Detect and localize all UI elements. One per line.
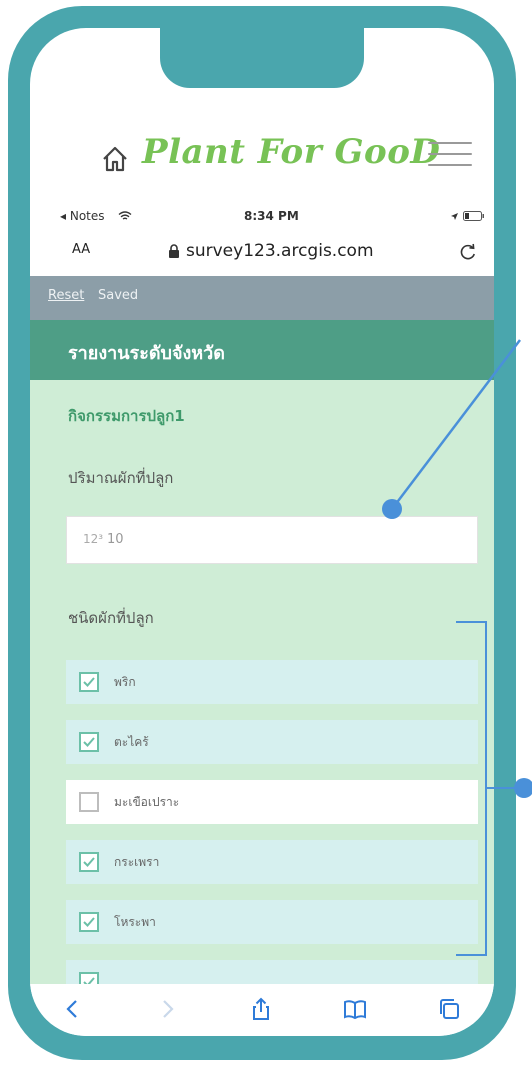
back-arrow-icon[interactable] bbox=[60, 996, 86, 1022]
reload-icon[interactable] bbox=[458, 242, 478, 262]
phone-screen: Plant For GooD ◂ Notes 8:34 PM AA survey… bbox=[30, 28, 494, 1036]
choice-label: มะเขือเปราะ bbox=[114, 795, 180, 809]
number-prefix-icon: 12³ bbox=[83, 532, 104, 546]
checkbox-checked-icon[interactable] bbox=[79, 852, 99, 872]
browser-address-bar[interactable]: AA survey123.arcgis.com bbox=[30, 230, 494, 274]
lock-icon bbox=[169, 244, 179, 258]
forward-arrow-icon[interactable] bbox=[154, 996, 180, 1022]
form-title: รายงานระดับจังหวัด bbox=[68, 343, 225, 364]
choice-option[interactable]: ตะไคร้ bbox=[66, 720, 478, 764]
choice-option[interactable]: กระเพรา bbox=[66, 840, 478, 884]
phone-frame: Plant For GooD ◂ Notes 8:34 PM AA survey… bbox=[8, 6, 516, 1060]
choice-option[interactable] bbox=[66, 960, 478, 984]
status-indicators bbox=[450, 209, 485, 223]
quantity-input[interactable]: 12³ 10 bbox=[66, 516, 478, 564]
choice-option[interactable]: โหระพา bbox=[66, 900, 478, 944]
choice-label: โหระพา bbox=[114, 915, 156, 929]
tabs-icon[interactable] bbox=[436, 996, 462, 1022]
status-time: 8:34 PM bbox=[244, 209, 299, 223]
checkbox-unchecked-icon[interactable] bbox=[79, 792, 99, 812]
location-arrow-icon bbox=[451, 213, 458, 220]
url-text[interactable]: survey123.arcgis.com bbox=[186, 241, 374, 261]
app-title: Plant For GooD bbox=[142, 132, 441, 172]
browser-toolbar bbox=[30, 984, 494, 1036]
app-header: Plant For GooD bbox=[30, 124, 494, 196]
share-icon[interactable] bbox=[248, 996, 274, 1022]
checkbox-checked-icon[interactable] bbox=[79, 912, 99, 932]
wifi-icon bbox=[118, 211, 132, 220]
hamburger-menu-icon[interactable] bbox=[428, 142, 472, 172]
phone-notch bbox=[160, 28, 364, 88]
form-header: รายงานระดับจังหวัด bbox=[30, 320, 494, 380]
checkbox-checked-icon[interactable] bbox=[79, 972, 99, 984]
battery-icon bbox=[462, 211, 484, 221]
choice-option[interactable]: มะเขือเปราะ bbox=[66, 780, 478, 824]
checkbox-checked-icon[interactable] bbox=[79, 672, 99, 692]
home-icon[interactable] bbox=[100, 144, 130, 174]
status-bar: ◂ Notes 8:34 PM bbox=[30, 206, 494, 228]
choice-label: ตะไคร้ bbox=[114, 735, 149, 749]
choice-label: พริก bbox=[114, 675, 136, 689]
reset-button[interactable]: Reset bbox=[48, 288, 84, 303]
status-back-to-notes[interactable]: ◂ Notes bbox=[60, 209, 132, 223]
form-toolbar: Reset Saved bbox=[30, 276, 494, 320]
checkbox-checked-icon[interactable] bbox=[79, 732, 99, 752]
choice-option[interactable]: พริก bbox=[66, 660, 478, 704]
text-size-button[interactable]: AA bbox=[72, 242, 90, 257]
quantity-label: ปริมาณผักที่ปลูก bbox=[68, 469, 174, 487]
vegetable-type-label: ชนิดผักที่ปลูก bbox=[68, 609, 154, 627]
group-title: กิจกรรมการปลูก1 bbox=[68, 407, 185, 425]
quantity-value: 10 bbox=[107, 532, 124, 547]
form-body: กิจกรรมการปลูก1 ปริมาณผักที่ปลูก 12³ 10 … bbox=[30, 380, 494, 984]
choice-label: กระเพรา bbox=[114, 855, 160, 869]
saved-status: Saved bbox=[98, 288, 139, 303]
bookmarks-icon[interactable] bbox=[342, 996, 368, 1022]
